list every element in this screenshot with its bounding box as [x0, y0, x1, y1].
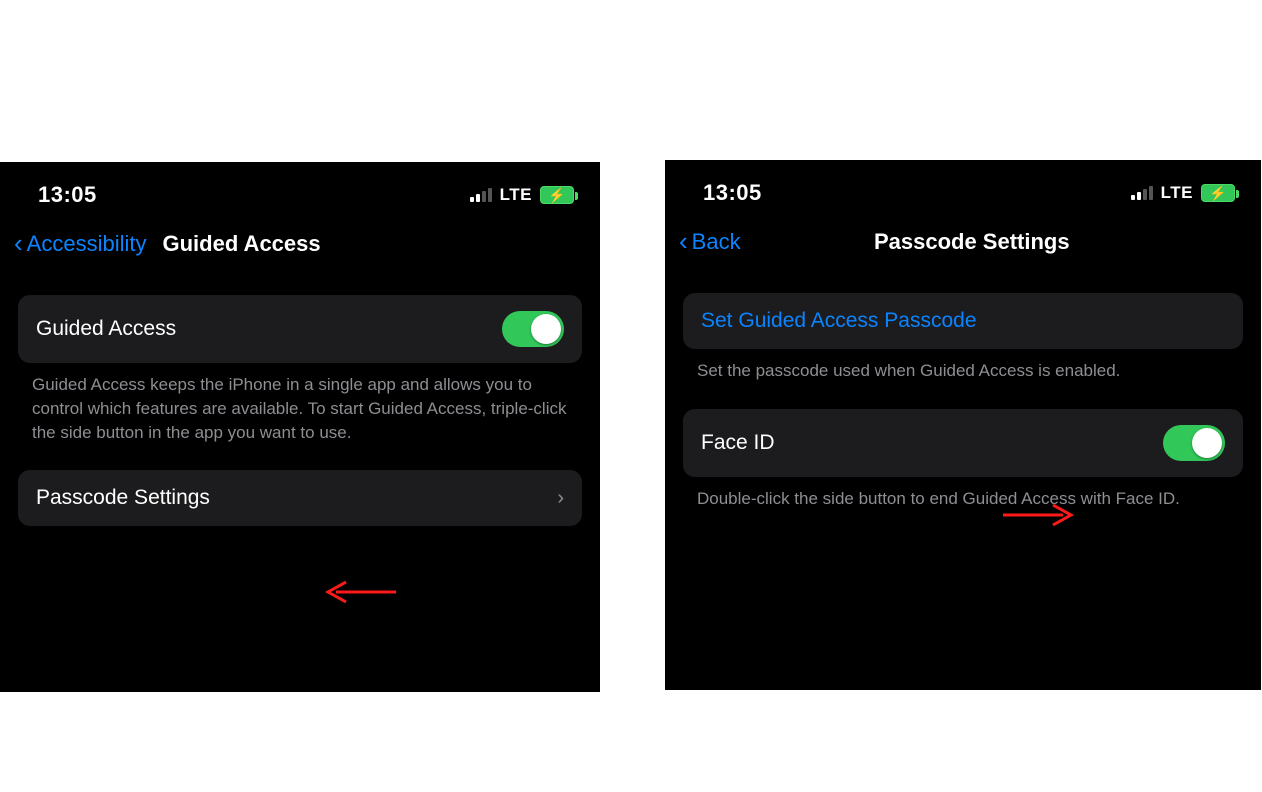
- right-screenshot: 13:05 LTE ⚡ ‹ Back Passcode Settings Set…: [665, 160, 1261, 690]
- clock: 13:05: [703, 180, 762, 206]
- face-id-toggle[interactable]: [1163, 425, 1225, 461]
- page-title: Passcode Settings: [697, 229, 1247, 255]
- network-type: LTE: [1161, 183, 1193, 203]
- back-chevron-icon[interactable]: ‹: [14, 228, 23, 259]
- status-bar: 13:05 LTE ⚡: [665, 160, 1261, 218]
- battery-charging-icon: ⚡: [1201, 184, 1235, 202]
- passcode-settings-row[interactable]: Passcode Settings ›: [18, 470, 582, 526]
- status-indicators: LTE ⚡: [470, 185, 574, 205]
- cellular-signal-icon: [470, 188, 492, 202]
- row-label: Set Guided Access Passcode: [701, 309, 977, 333]
- annotation-arrow-left-icon: [318, 577, 398, 607]
- back-button[interactable]: Accessibility: [27, 231, 147, 257]
- face-id-group: Face ID: [683, 409, 1243, 477]
- battery-charging-icon: ⚡: [540, 186, 574, 204]
- page-title: Guided Access: [162, 231, 320, 257]
- left-screenshot: 13:05 LTE ⚡ ‹ Accessibility Guided Acces…: [0, 162, 600, 692]
- face-id-description: Double-click the side button to end Guid…: [665, 477, 1261, 511]
- row-label: Passcode Settings: [36, 486, 210, 510]
- set-guided-access-passcode-row[interactable]: Set Guided Access Passcode: [683, 293, 1243, 349]
- face-id-toggle-row[interactable]: Face ID: [683, 409, 1243, 477]
- nav-bar: ‹ Accessibility Guided Access: [0, 220, 600, 273]
- guided-access-description: Guided Access keeps the iPhone in a sing…: [0, 363, 600, 444]
- row-label: Face ID: [701, 431, 775, 455]
- guided-access-group: Guided Access: [18, 295, 582, 363]
- row-label: Guided Access: [36, 317, 176, 341]
- network-type: LTE: [500, 185, 532, 205]
- passcode-settings-group: Passcode Settings ›: [18, 470, 582, 526]
- back-chevron-icon[interactable]: ‹: [679, 226, 688, 257]
- chevron-right-icon: ›: [557, 487, 564, 510]
- status-bar: 13:05 LTE ⚡: [0, 162, 600, 220]
- status-indicators: LTE ⚡: [1131, 183, 1235, 203]
- cellular-signal-icon: [1131, 186, 1153, 200]
- nav-bar: ‹ Back Passcode Settings: [665, 218, 1261, 271]
- set-passcode-group: Set Guided Access Passcode: [683, 293, 1243, 349]
- clock: 13:05: [38, 182, 97, 208]
- set-passcode-description: Set the passcode used when Guided Access…: [665, 349, 1261, 383]
- guided-access-toggle-row[interactable]: Guided Access: [18, 295, 582, 363]
- guided-access-toggle[interactable]: [502, 311, 564, 347]
